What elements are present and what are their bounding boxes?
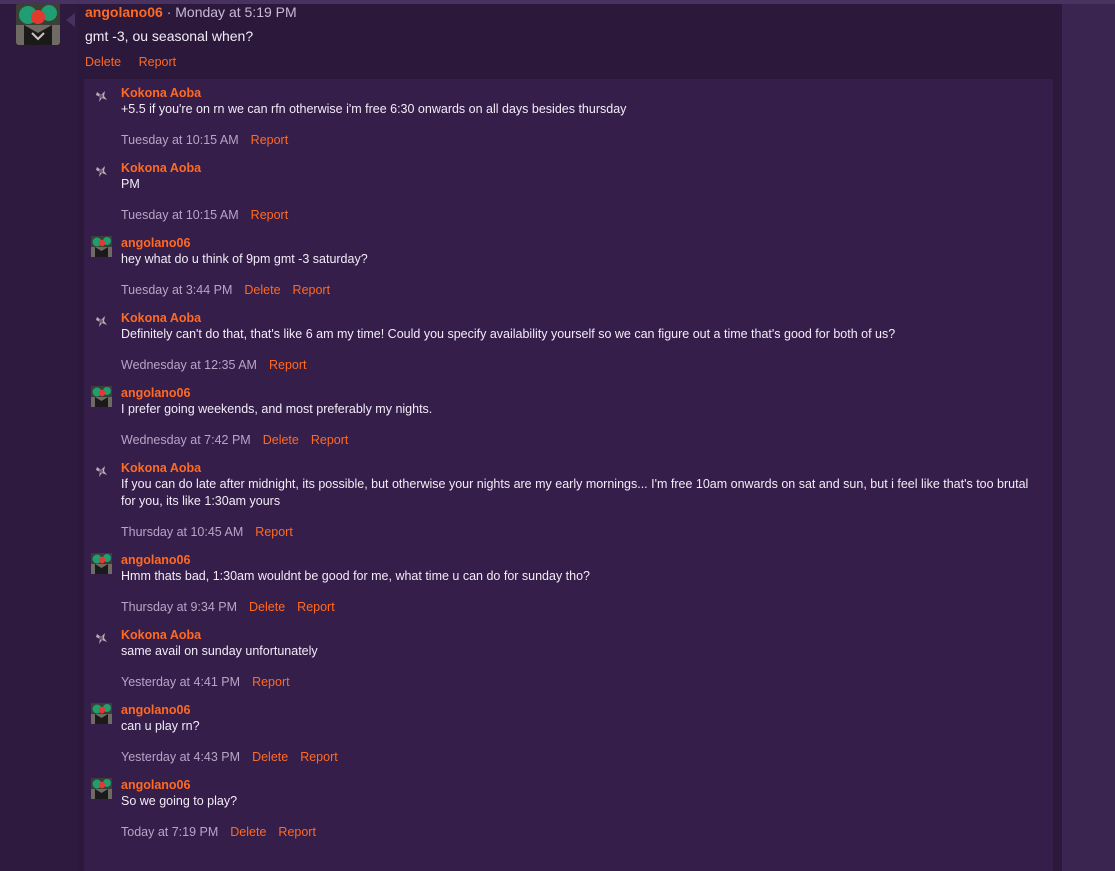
reply-author[interactable]: Kokona Aoba bbox=[121, 154, 1039, 176]
reply-item: angolano06 So we going to play? Today at 7… bbox=[84, 771, 1053, 846]
reply-item: Kokona Aoba +5.5 if you're on rn we can r… bbox=[84, 79, 1053, 154]
reply-time[interactable]: Wednesday at 12:35 AM bbox=[121, 358, 257, 372]
reply-item: angolano06 hey what do u think of 9pm gmt… bbox=[84, 229, 1053, 304]
reply-author[interactable]: angolano06 bbox=[121, 771, 1039, 793]
post-text: gmt -3, ou seasonal when? bbox=[85, 28, 254, 44]
angolano-avatar[interactable] bbox=[91, 778, 112, 799]
reply-meta: Wednesday at 7:42 PM Delete Report bbox=[121, 418, 1039, 454]
post-header: angolano06 · Monday at 5:19 PM bbox=[85, 4, 297, 20]
reply-item: angolano06 I prefer going weekends, and m… bbox=[84, 379, 1053, 454]
reply-time[interactable]: Wednesday at 7:42 PM bbox=[121, 433, 251, 447]
post-actions: Delete Report bbox=[85, 55, 190, 69]
post-pointer-arrow bbox=[66, 13, 75, 27]
reply-text: PM bbox=[121, 177, 140, 191]
reply-author[interactable]: angolano06 bbox=[121, 229, 1039, 251]
reply-text: Definitely can't do that, that's like 6 … bbox=[121, 327, 896, 341]
post-author-avatar[interactable] bbox=[16, 3, 60, 45]
delete-link[interactable]: Delete bbox=[230, 825, 266, 839]
report-link[interactable]: Report bbox=[293, 283, 331, 297]
post-separator: · bbox=[166, 4, 172, 20]
kokona-avatar[interactable] bbox=[91, 461, 112, 482]
angolano-avatar[interactable] bbox=[91, 703, 112, 724]
profile-post-page: angolano06 · Monday at 5:19 PM gmt -3, o… bbox=[0, 0, 1115, 871]
reply-meta: Tuesday at 10:15 AM Report bbox=[121, 118, 1039, 154]
reply-meta: Tuesday at 3:44 PM Delete Report bbox=[121, 268, 1039, 304]
reply-text: +5.5 if you're on rn we can rfn otherwis… bbox=[121, 102, 627, 116]
left-gutter bbox=[0, 4, 78, 871]
report-link[interactable]: Report bbox=[269, 358, 307, 372]
reply-meta: Tuesday at 10:15 AM Report bbox=[121, 193, 1039, 229]
reply-item: Kokona Aoba Definitely can't do that, tha… bbox=[84, 304, 1053, 379]
angolano-avatar[interactable] bbox=[91, 386, 112, 407]
reply-text: I prefer going weekends, and most prefer… bbox=[121, 402, 433, 416]
reply-meta: Yesterday at 4:41 PM Report bbox=[121, 660, 1039, 696]
reply-author[interactable]: angolano06 bbox=[121, 379, 1039, 401]
reply-time[interactable]: Thursday at 10:45 AM bbox=[121, 525, 243, 539]
reply-item: angolano06 can u play rn? Yesterday at 4:4… bbox=[84, 696, 1053, 771]
reply-time[interactable]: Yesterday at 4:41 PM bbox=[121, 675, 240, 689]
kokona-avatar[interactable] bbox=[91, 86, 112, 107]
post-author[interactable]: angolano06 bbox=[85, 4, 163, 20]
delete-link[interactable]: Delete bbox=[252, 750, 288, 764]
angolano-avatar[interactable] bbox=[91, 553, 112, 574]
kokona-avatar[interactable] bbox=[91, 161, 112, 182]
reply-time[interactable]: Tuesday at 10:15 AM bbox=[121, 208, 239, 222]
reply-meta: Thursday at 9:34 PM Delete Report bbox=[121, 585, 1039, 621]
reply-meta: Wednesday at 12:35 AM Report bbox=[121, 343, 1039, 379]
delete-link[interactable]: Delete bbox=[249, 600, 285, 614]
replies-list: Kokona Aoba +5.5 if you're on rn we can r… bbox=[84, 79, 1053, 871]
reply-author[interactable]: Kokona Aoba bbox=[121, 621, 1039, 643]
reply-item: Kokona Aoba same avail on sunday unfortun… bbox=[84, 621, 1053, 696]
reply-time[interactable]: Thursday at 9:34 PM bbox=[121, 600, 237, 614]
reply-text: If you can do late after midnight, its p… bbox=[121, 477, 1029, 508]
reply-text: can u play rn? bbox=[121, 719, 200, 733]
reply-author[interactable]: angolano06 bbox=[121, 546, 1039, 568]
right-gutter bbox=[1062, 4, 1115, 871]
delete-link[interactable]: Delete bbox=[244, 283, 280, 297]
report-link[interactable]: Report bbox=[297, 600, 335, 614]
reply-author[interactable]: angolano06 bbox=[121, 696, 1039, 718]
reply-time[interactable]: Yesterday at 4:43 PM bbox=[121, 750, 240, 764]
reply-meta: Today at 7:19 PM Delete Report bbox=[121, 810, 1039, 846]
reply-author[interactable]: Kokona Aoba bbox=[121, 304, 1039, 326]
reply-text: So we going to play? bbox=[121, 794, 238, 808]
report-link[interactable]: Report bbox=[278, 825, 316, 839]
reply-time[interactable]: Tuesday at 3:44 PM bbox=[121, 283, 232, 297]
report-link[interactable]: Report bbox=[251, 133, 289, 147]
post-time[interactable]: Monday at 5:19 PM bbox=[175, 4, 296, 20]
report-link[interactable]: Report bbox=[251, 208, 289, 222]
reply-time[interactable]: Tuesday at 10:15 AM bbox=[121, 133, 239, 147]
reply-text: hey what do u think of 9pm gmt -3 saturd… bbox=[121, 252, 368, 266]
reply-item: Kokona Aoba PM Tuesday at 10:15 AM Report bbox=[84, 154, 1053, 229]
angolano-avatar[interactable] bbox=[91, 236, 112, 257]
reply-meta: Thursday at 10:45 AM Report bbox=[121, 510, 1039, 546]
reply-author[interactable]: Kokona Aoba bbox=[121, 454, 1039, 476]
delete-link[interactable]: Delete bbox=[263, 433, 299, 447]
report-link[interactable]: Report bbox=[300, 750, 338, 764]
report-link[interactable]: Report bbox=[255, 525, 293, 539]
report-link[interactable]: Report bbox=[252, 675, 290, 689]
reply-text: Hmm thats bad, 1:30am wouldnt be good fo… bbox=[121, 569, 591, 583]
post-delete-link[interactable]: Delete bbox=[85, 55, 121, 69]
reply-time[interactable]: Today at 7:19 PM bbox=[121, 825, 218, 839]
reply-meta: Yesterday at 4:43 PM Delete Report bbox=[121, 735, 1039, 771]
kokona-avatar[interactable] bbox=[91, 628, 112, 649]
kokona-avatar[interactable] bbox=[91, 311, 112, 332]
reply-author[interactable]: Kokona Aoba bbox=[121, 79, 1039, 101]
reply-item: Kokona Aoba If you can do late after midn… bbox=[84, 454, 1053, 546]
post-report-link[interactable]: Report bbox=[139, 55, 177, 69]
reply-item: angolano06 Hmm thats bad, 1:30am wouldnt … bbox=[84, 546, 1053, 621]
reply-text: same avail on sunday unfortunately bbox=[121, 644, 318, 658]
report-link[interactable]: Report bbox=[311, 433, 349, 447]
